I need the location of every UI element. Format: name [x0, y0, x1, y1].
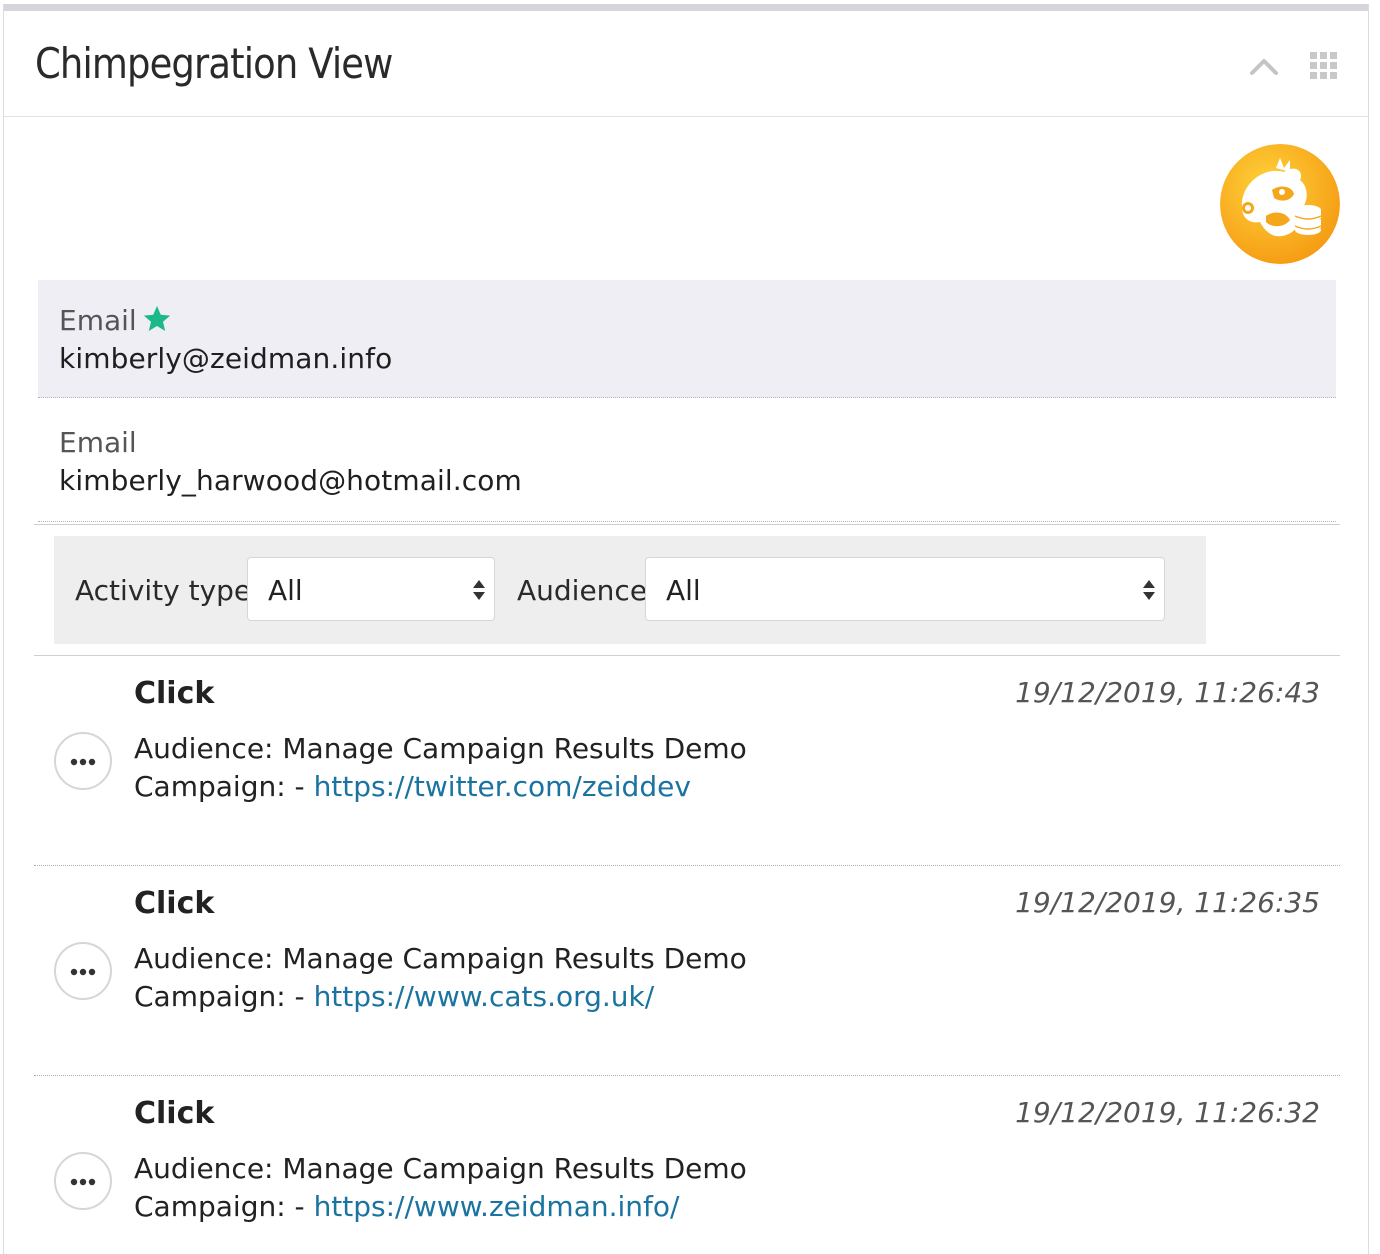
- section-divider: [34, 524, 1340, 525]
- activity-filter-bar: Activity type All Audience All: [54, 536, 1206, 644]
- activity-campaign: Campaign: - https://twitter.com/zeiddev: [134, 770, 691, 803]
- more-options-button[interactable]: [54, 942, 112, 1000]
- panel-title: Chimpegration View: [35, 39, 393, 88]
- campaign-prefix: Campaign: -: [134, 1190, 314, 1223]
- audience-selected: All: [666, 574, 701, 607]
- activity-type-select[interactable]: All: [247, 557, 495, 621]
- activity-campaign: Campaign: - https://www.zeidman.info/: [134, 1190, 679, 1223]
- star-icon: [142, 304, 172, 334]
- panel-top-bar: [4, 4, 1368, 11]
- activity-timestamp: 19/12/2019, 11:26:35: [1015, 886, 1320, 919]
- activity-timestamp: 19/12/2019, 11:26:43: [1015, 676, 1320, 709]
- activity-type-label: Activity type: [75, 574, 252, 607]
- email-label: Email: [59, 426, 137, 459]
- campaign-prefix: Campaign: -: [134, 980, 314, 1013]
- audience-select[interactable]: All: [645, 557, 1165, 621]
- chimpegration-panel: Chimpegration View Email kimberly@zeidma…: [3, 4, 1369, 1254]
- activity-type: Click: [134, 676, 215, 711]
- email-value: kimberly@zeidman.info: [59, 342, 393, 375]
- select-arrows-icon: [472, 578, 486, 602]
- activity-timestamp: 19/12/2019, 11:26:32: [1015, 1096, 1320, 1129]
- activity-type: Click: [134, 1096, 215, 1131]
- activity-item: Click 19/12/2019, 11:26:43 Audience: Man…: [34, 656, 1340, 866]
- campaign-link[interactable]: https://www.cats.org.uk/: [314, 980, 655, 1013]
- activity-type: Click: [134, 886, 215, 921]
- panel-header: Chimpegration View: [4, 11, 1368, 117]
- more-options-button[interactable]: [54, 1152, 112, 1210]
- chimpegration-logo-icon: [1220, 144, 1340, 264]
- email-label: Email: [59, 304, 137, 337]
- email-value: kimberly_harwood@hotmail.com: [59, 464, 522, 497]
- email-row-secondary: Email kimberly_harwood@hotmail.com: [38, 398, 1336, 522]
- email-row-primary: Email kimberly@zeidman.info: [38, 280, 1336, 398]
- activity-audience: Audience: Manage Campaign Results Demo: [134, 942, 747, 975]
- activity-item: Click 19/12/2019, 11:26:35 Audience: Man…: [34, 866, 1340, 1076]
- select-arrows-icon: [1142, 578, 1156, 602]
- audience-label: Audience: [517, 574, 648, 607]
- activity-audience: Audience: Manage Campaign Results Demo: [134, 1152, 747, 1185]
- campaign-link[interactable]: https://twitter.com/zeiddev: [314, 770, 691, 803]
- campaign-prefix: Campaign: -: [134, 770, 314, 803]
- chevron-up-icon[interactable]: [1248, 51, 1280, 79]
- campaign-link[interactable]: https://www.zeidman.info/: [314, 1190, 680, 1223]
- activity-audience: Audience: Manage Campaign Results Demo: [134, 732, 747, 765]
- activity-campaign: Campaign: - https://www.cats.org.uk/: [134, 980, 654, 1013]
- activity-item: Click 19/12/2019, 11:26:32 Audience: Man…: [34, 1076, 1340, 1254]
- activity-type-selected: All: [268, 574, 303, 607]
- ellipsis-icon: [70, 758, 96, 766]
- ellipsis-icon: [70, 968, 96, 976]
- more-options-button[interactable]: [54, 732, 112, 790]
- ellipsis-icon: [70, 1178, 96, 1186]
- grid-icon[interactable]: [1309, 51, 1339, 81]
